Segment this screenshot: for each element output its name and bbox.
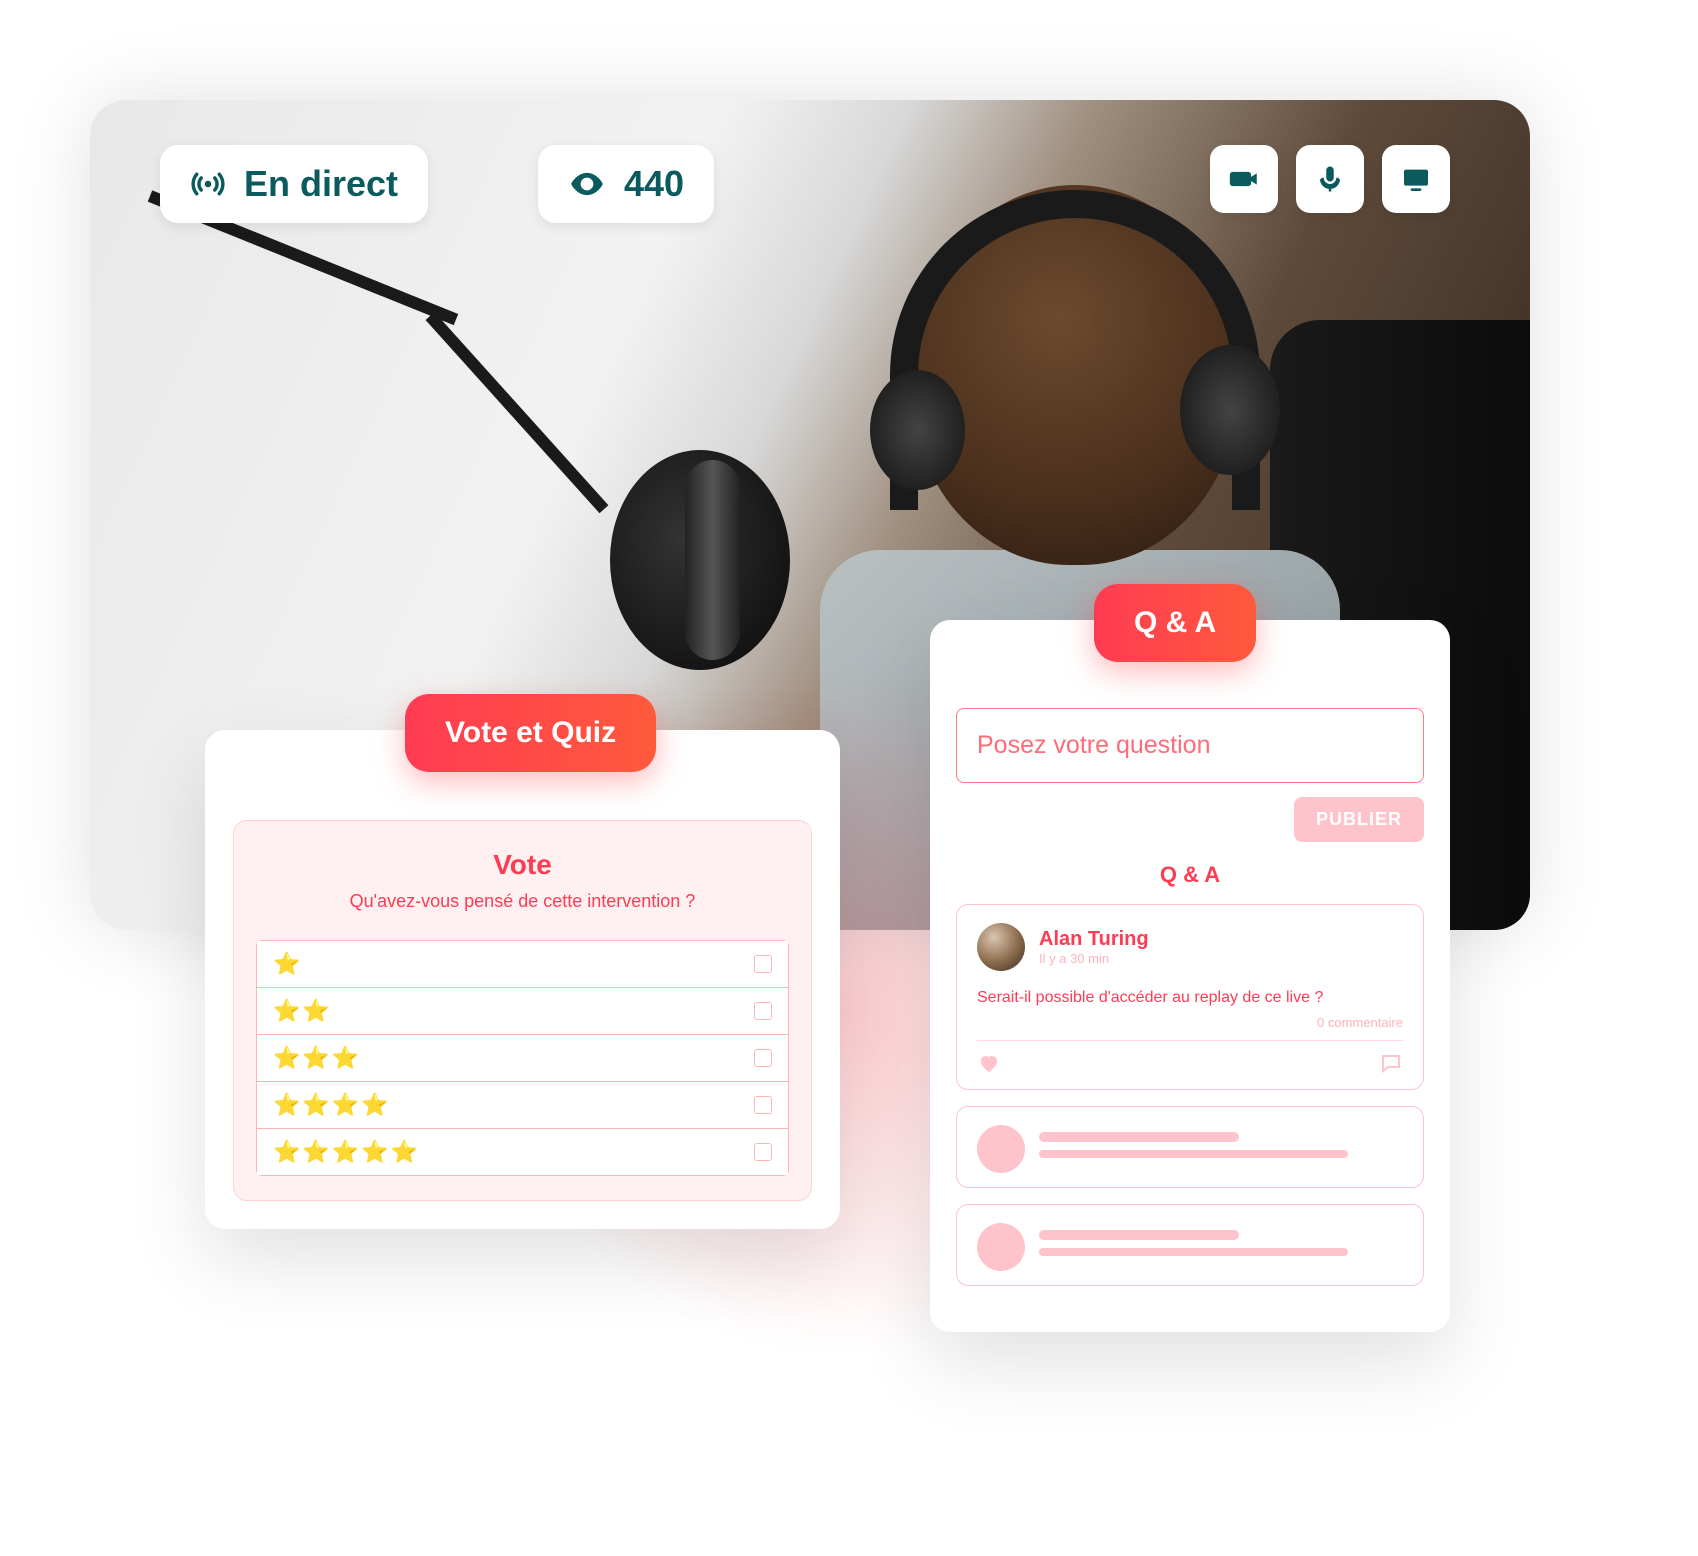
checkbox[interactable] [754, 1143, 772, 1161]
vote-content: Vote Qu'avez-vous pensé de cette interve… [233, 820, 812, 1201]
qa-section-title: Q & A [956, 862, 1424, 888]
vote-option[interactable]: ⭐ [256, 940, 789, 988]
screen-icon [1400, 163, 1432, 195]
viewer-count: 440 [624, 163, 684, 205]
star-rating: ⭐⭐ [273, 998, 332, 1024]
camera-icon [1227, 162, 1261, 196]
star-rating: ⭐⭐⭐⭐ [273, 1092, 391, 1118]
eye-icon [568, 165, 606, 203]
checkbox[interactable] [754, 1002, 772, 1020]
vote-option[interactable]: ⭐⭐⭐⭐⭐ [256, 1129, 789, 1176]
avatar-placeholder [977, 1223, 1025, 1271]
avatar [977, 923, 1025, 971]
vote-tab[interactable]: Vote et Quiz [405, 694, 656, 772]
checkbox[interactable] [754, 955, 772, 973]
qa-question-input[interactable]: Posez votre question [956, 708, 1424, 783]
microphone-icon [1315, 164, 1345, 194]
broadcast-icon [190, 166, 226, 202]
star-rating: ⭐⭐⭐ [273, 1045, 361, 1071]
qa-author: Alan Turing [1039, 928, 1149, 951]
star-rating: ⭐ [273, 951, 302, 977]
vote-option[interactable]: ⭐⭐⭐⭐ [256, 1082, 789, 1129]
vote-panel: Vote et Quiz Vote Qu'avez-vous pensé de … [205, 730, 840, 1229]
vote-tab-label: Vote et Quiz [445, 716, 616, 749]
vote-question: Qu'avez-vous pensé de cette intervention… [256, 891, 789, 912]
screen-button[interactable] [1382, 145, 1450, 213]
qa-item-skeleton [956, 1106, 1424, 1188]
qa-question-text: Serait-il possible d'accéder au replay d… [977, 989, 1403, 1007]
comment-icon[interactable] [1379, 1051, 1403, 1075]
qa-tab[interactable]: Q & A [1094, 584, 1256, 662]
vote-option[interactable]: ⭐⭐ [256, 988, 789, 1035]
star-rating: ⭐⭐⭐⭐⭐ [273, 1139, 420, 1165]
heart-icon[interactable] [977, 1051, 1001, 1075]
qa-panel: Q & A Posez votre question PUBLIER Q & A… [930, 620, 1450, 1332]
live-badge: En direct [160, 145, 428, 223]
qa-publish-button[interactable]: PUBLIER [1294, 797, 1424, 842]
microphone-button[interactable] [1296, 145, 1364, 213]
qa-comment-count: 0 commentaire [977, 1015, 1403, 1030]
viewer-count-badge: 440 [538, 145, 714, 223]
vote-title: Vote [256, 849, 789, 881]
checkbox[interactable] [754, 1096, 772, 1114]
vote-options: ⭐⭐⭐⭐⭐⭐⭐⭐⭐⭐⭐⭐⭐⭐⭐ [256, 940, 789, 1176]
live-label: En direct [244, 163, 398, 205]
avatar-placeholder [977, 1125, 1025, 1173]
checkbox[interactable] [754, 1049, 772, 1067]
qa-timestamp: Il y a 30 min [1039, 951, 1149, 966]
qa-tab-label: Q & A [1134, 606, 1216, 639]
qa-item-skeleton [956, 1204, 1424, 1286]
qa-item: Alan Turing Il y a 30 min Serait-il poss… [956, 904, 1424, 1090]
vote-option[interactable]: ⭐⭐⭐ [256, 1035, 789, 1082]
camera-button[interactable] [1210, 145, 1278, 213]
